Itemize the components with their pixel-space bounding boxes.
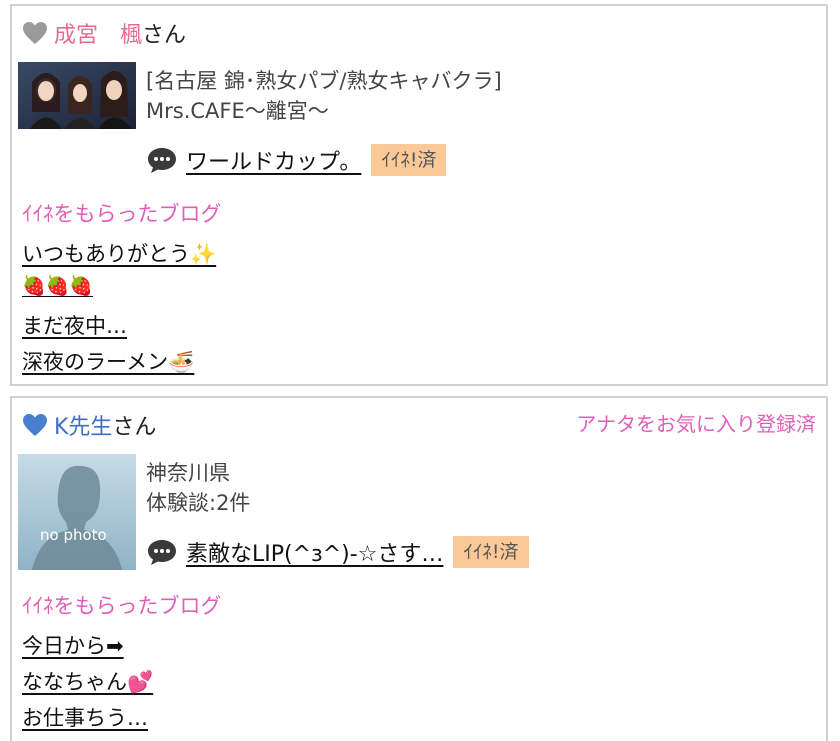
latest-post-row: ワールドカップ。 ｲｲﾈ!済: [146, 144, 447, 176]
user-card: 成宮 楓 さん [名古屋 錦･熟女パブ/熟女キャバクラ] Mrs.CAFE～離宮…: [10, 4, 828, 386]
shop-info: 神奈川県 体験談:2件: [146, 458, 250, 518]
iine-done-badge: ｲｲﾈ!済: [371, 144, 447, 176]
iine-done-badge: ｲｲﾈ!済: [453, 536, 529, 568]
liked-blog-link[interactable]: 今日から➡: [22, 630, 124, 660]
no-photo-label: no photo: [40, 526, 107, 544]
liked-blog-link[interactable]: まだ夜中…: [22, 310, 127, 340]
liked-blog-link[interactable]: 深夜のラーメン🍜: [22, 346, 194, 376]
liked-blogs-header: ｲｲﾈをもらったブログ: [22, 594, 222, 618]
shop-name[interactable]: Mrs.CAFE～離宮～: [146, 96, 502, 126]
heart-icon: [23, 22, 47, 44]
latest-post-row: 素敵なLIP(^з^)-☆さす… ｲｲﾈ!済: [146, 536, 529, 568]
user-name-link[interactable]: 成宮 楓: [54, 17, 142, 49]
honorific: さん: [142, 23, 187, 48]
liked-blog-link[interactable]: 🍓🍓🍓: [22, 274, 93, 297]
liked-blog-link[interactable]: お仕事ちう…: [22, 702, 148, 732]
review-count[interactable]: 体験談:2件: [146, 488, 250, 518]
user-row: 成宮 楓 さん: [22, 18, 186, 48]
liked-blogs-header: ｲｲﾈをもらったブログ: [22, 202, 222, 226]
honorific: さん: [112, 415, 157, 440]
speech-bubble-icon: [148, 148, 176, 173]
favorite-registered-label: アナタをお気に入り登録済: [576, 412, 816, 436]
heart-icon: [23, 414, 47, 436]
shop-area: [名古屋 錦･熟女パブ/熟女キャバクラ]: [146, 69, 502, 93]
user-region: 神奈川県: [146, 461, 230, 485]
user-name-link[interactable]: K先生: [54, 409, 112, 441]
user-row: K先生 さん: [22, 410, 156, 440]
latest-post-link[interactable]: ワールドカップ。: [186, 144, 361, 176]
user-thumbnail[interactable]: no photo: [18, 454, 136, 570]
user-thumbnail[interactable]: [18, 62, 136, 129]
liked-blog-link[interactable]: いつもありがとう✨: [22, 238, 216, 268]
user-card: K先生 さん アナタをお気に入り登録済 no photo 神奈川県 体験談:2件…: [10, 396, 828, 741]
latest-post-link[interactable]: 素敵なLIP(^з^)-☆さす…: [186, 536, 443, 568]
speech-bubble-icon: [148, 540, 176, 565]
shop-info: [名古屋 錦･熟女パブ/熟女キャバクラ] Mrs.CAFE～離宮～: [146, 66, 502, 126]
liked-blog-link[interactable]: ななちゃん💕: [22, 666, 153, 696]
